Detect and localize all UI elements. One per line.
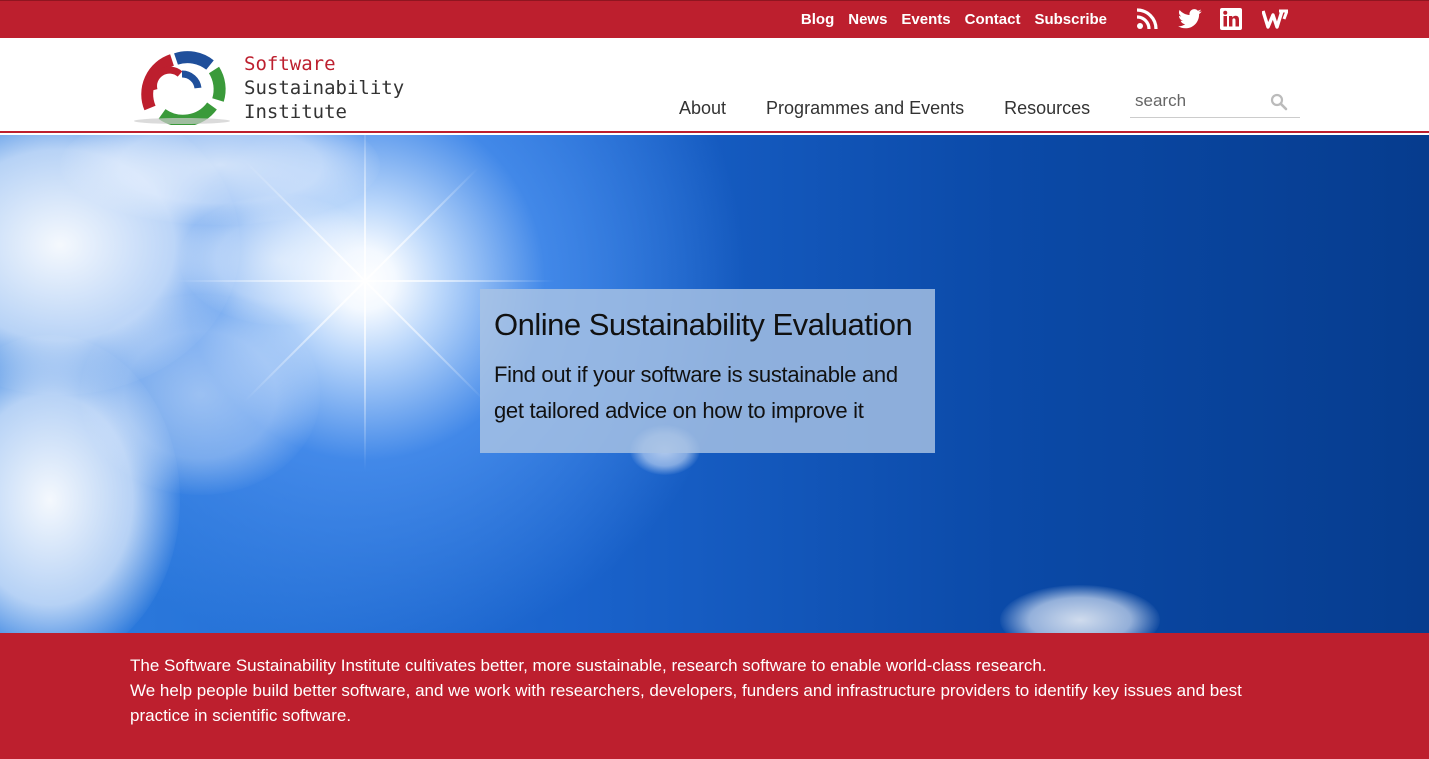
- hero-banner: Online Sustainability Evaluation Find ou…: [0, 135, 1429, 633]
- twitter-icon[interactable]: [1178, 8, 1202, 30]
- sun-ray: [364, 281, 366, 471]
- mission-band: The Software Sustainability Institute cu…: [0, 633, 1429, 759]
- search-box: [1130, 86, 1300, 118]
- hero-subtitle: Find out if your software is sustainable…: [494, 362, 898, 423]
- top-links: Blog News Events Contact Subscribe: [801, 11, 1107, 28]
- sun-ray: [364, 135, 366, 281]
- linkedin-icon[interactable]: [1220, 8, 1242, 30]
- contact-link[interactable]: Contact: [965, 11, 1021, 28]
- mission-line-2: We help people build better software, an…: [130, 681, 1242, 725]
- hero-card[interactable]: Online Sustainability Evaluation Find ou…: [480, 289, 935, 453]
- logo-line-software: Software: [244, 53, 336, 75]
- search-icon[interactable]: [1270, 93, 1288, 111]
- cloud-image: [80, 295, 320, 495]
- events-link[interactable]: Events: [901, 11, 950, 28]
- blog-link[interactable]: Blog: [801, 11, 834, 28]
- subscribe-link[interactable]: Subscribe: [1034, 11, 1107, 28]
- news-link[interactable]: News: [848, 11, 887, 28]
- site-header: Software Sustainability Institute About …: [0, 38, 1429, 133]
- logo-line-sustainability: Sustainability: [244, 77, 405, 99]
- sun-ray: [364, 167, 479, 282]
- nav-resources[interactable]: Resources: [1004, 98, 1090, 119]
- sun-ray: [364, 280, 486, 402]
- social-links: [1136, 8, 1290, 30]
- logo-text: Software Sustainability Institute: [244, 52, 404, 124]
- mission-text: The Software Sustainability Institute cu…: [130, 653, 1300, 728]
- top-bar: Blog News Events Contact Subscribe: [0, 0, 1429, 38]
- w-icon[interactable]: [1261, 8, 1290, 30]
- logo-mark-icon: [134, 51, 230, 127]
- main-nav: About Programmes and Events Resources: [679, 98, 1090, 119]
- mission-line-1: The Software Sustainability Institute cu…: [130, 656, 1047, 675]
- search-input[interactable]: [1130, 86, 1260, 116]
- nav-programmes-and-events[interactable]: Programmes and Events: [766, 98, 964, 119]
- rss-icon[interactable]: [1136, 8, 1158, 30]
- logo-line-institute: Institute: [244, 101, 347, 123]
- sun-ray: [175, 280, 365, 282]
- ssi-logo[interactable]: Software Sustainability Institute: [132, 50, 412, 127]
- hero-title: Online Sustainability Evaluation: [494, 307, 913, 342]
- cloud-image: [1000, 585, 1160, 633]
- sun-ray: [365, 280, 555, 282]
- nav-about[interactable]: About: [679, 98, 726, 119]
